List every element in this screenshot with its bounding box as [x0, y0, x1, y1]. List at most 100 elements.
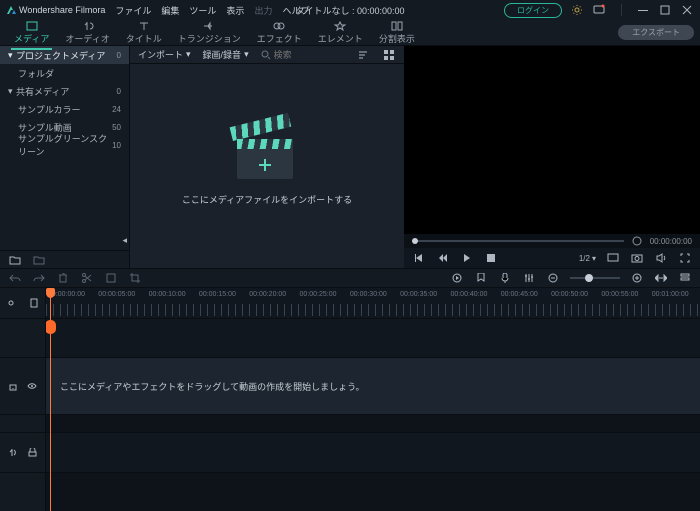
close-icon[interactable]	[680, 3, 694, 17]
tab-effect[interactable]: エフェクト	[249, 19, 310, 47]
marker-icon[interactable]	[474, 271, 488, 285]
search-box[interactable]	[261, 50, 324, 60]
undo-icon[interactable]	[8, 271, 22, 285]
record-dropdown[interactable]: 録画/録音▾	[203, 48, 249, 61]
playhead[interactable]	[50, 288, 51, 511]
ruler-label: 00:00:55:00	[601, 291, 638, 298]
media-panel: インポート▾ 録画/録音▾ ここにメディアファイルをインポートする	[130, 46, 404, 268]
import-dropdown[interactable]: インポート▾	[138, 48, 191, 61]
zoom-out-icon[interactable]	[546, 271, 560, 285]
sort-icon[interactable]	[356, 48, 370, 62]
track-manage-icon[interactable]	[678, 271, 692, 285]
ruler-label: 00:00:35:00	[400, 291, 437, 298]
filmora-logo-icon	[6, 5, 16, 15]
timeline-ruler[interactable]: 00:00:00:0000:00:05:0000:00:10:0000:00:1…	[46, 288, 700, 318]
import-hint: ここにメディアファイルをインポートする	[182, 193, 352, 206]
mixer-icon[interactable]	[522, 271, 536, 285]
track-header-gap	[0, 414, 45, 432]
render-icon[interactable]	[450, 271, 464, 285]
tab-split[interactable]: 分割表示	[371, 19, 423, 47]
crop-icon[interactable]	[128, 271, 142, 285]
zoom-in-icon[interactable]	[630, 271, 644, 285]
preview-video[interactable]	[404, 46, 700, 234]
module-tabs: メディア オーディオ タイトル トランジション エフェクト エレメント 分割表示…	[0, 20, 700, 46]
preview-progress[interactable]: 00:00:00:00	[404, 234, 700, 248]
menu-view[interactable]: 表示	[226, 4, 244, 17]
message-icon[interactable]	[592, 3, 606, 17]
search-input[interactable]	[274, 50, 324, 60]
ruler-label: 00:00:50:00	[551, 291, 588, 298]
menu-edit[interactable]: 編集	[161, 4, 179, 17]
volume-icon[interactable]	[654, 251, 668, 265]
track-video-visible-icon[interactable]	[26, 379, 40, 393]
menu-tools[interactable]: ツール	[189, 4, 216, 17]
track-header-video[interactable]	[0, 357, 45, 414]
menu-output[interactable]: 出力	[254, 4, 272, 17]
minimize-icon[interactable]	[636, 3, 650, 17]
maximize-icon[interactable]	[658, 3, 672, 17]
sidebar-folder[interactable]: フォルダ	[0, 64, 129, 82]
tab-transition[interactable]: トランジション	[170, 19, 249, 47]
app-name: Wondershare Filmora	[19, 5, 105, 15]
ruler-label: 00:00:15:00	[199, 291, 236, 298]
display-icon[interactable]	[606, 251, 620, 265]
track-audio2[interactable]	[46, 472, 700, 511]
play-icon[interactable]	[460, 251, 474, 265]
track-header-text[interactable]	[0, 318, 45, 357]
preview-quality[interactable]: 1/2▾	[579, 254, 596, 263]
redo-icon[interactable]	[32, 271, 46, 285]
ruler-label: 00:00:10:00	[149, 291, 186, 298]
new-folder-icon[interactable]	[8, 253, 22, 267]
fullscreen-icon[interactable]	[678, 251, 692, 265]
edit-icon[interactable]	[104, 271, 118, 285]
tab-element[interactable]: エレメント	[310, 19, 371, 47]
login-button[interactable]: ログイン	[504, 3, 562, 18]
track-text[interactable]	[46, 318, 700, 357]
divider	[614, 3, 628, 17]
timeline: 00:00:00:0000:00:05:0000:00:10:0000:00:1…	[0, 288, 700, 511]
clapperboard-icon	[237, 127, 297, 181]
track-video-lock-icon[interactable]	[6, 379, 20, 393]
preview-panel: 00:00:00:00 1/2▾	[404, 46, 700, 268]
track-gap	[46, 414, 700, 432]
ruler-label: 00:00:45:00	[501, 291, 538, 298]
delete-icon[interactable]	[56, 271, 70, 285]
voiceover-icon[interactable]	[498, 271, 512, 285]
snapshot-icon[interactable]	[630, 251, 644, 265]
sidebar-sample-color[interactable]: サンプルカラー24	[0, 100, 129, 118]
ruler-label: 00:00:20:00	[249, 291, 286, 298]
view-grid-icon[interactable]	[382, 48, 396, 62]
track-video[interactable]: ここにメディアやエフェクトをドラッグして動画の作成を開始しましょう。	[46, 357, 700, 414]
zoom-slider[interactable]	[570, 277, 620, 279]
track-audio-mute-icon[interactable]	[26, 446, 40, 460]
export-button[interactable]: エクスポート	[618, 25, 694, 40]
app-logo: Wondershare Filmora	[6, 5, 115, 15]
tab-audio[interactable]: オーディオ	[57, 19, 117, 47]
sidebar-sample-green[interactable]: サンプルグリーンスクリーン10	[0, 136, 129, 154]
timeline-toolbar	[0, 268, 700, 288]
import-drop-area[interactable]: ここにメディアファイルをインポートする	[130, 64, 404, 268]
delete-folder-icon[interactable]	[32, 253, 46, 267]
sidebar-shared-media[interactable]: ▾共有メディア0	[0, 82, 129, 100]
media-sidebar: ▾プロジェクトメディア0 フォルダ ▾共有メディア0 サンプルカラー24 サンプ…	[0, 46, 130, 268]
track-adjust-icon[interactable]	[27, 296, 41, 310]
settings-icon[interactable]	[570, 3, 584, 17]
track-audio-lock-icon[interactable]	[6, 446, 20, 460]
stop-icon[interactable]	[484, 251, 498, 265]
sidebar-collapse[interactable]: ◂	[0, 231, 129, 250]
main-menu: ファイル 編集 ツール 表示 出力 ヘルプ	[115, 4, 309, 17]
prev-frame-icon[interactable]	[412, 251, 426, 265]
track-link-icon[interactable]	[4, 296, 18, 310]
ruler-label: 00:00:25:00	[300, 291, 337, 298]
menu-file[interactable]: ファイル	[115, 4, 151, 17]
ruler-label: 00:00:30:00	[350, 291, 387, 298]
track-header-audio2	[0, 472, 45, 511]
step-back-icon[interactable]	[436, 251, 450, 265]
loop-icon[interactable]	[630, 234, 644, 248]
split-icon[interactable]	[80, 271, 94, 285]
zoom-fit-icon[interactable]	[654, 271, 668, 285]
track-header-audio[interactable]	[0, 432, 45, 471]
track-audio[interactable]	[46, 432, 700, 471]
tab-media[interactable]: メディア	[6, 19, 57, 47]
tab-title[interactable]: タイトル	[118, 19, 170, 47]
